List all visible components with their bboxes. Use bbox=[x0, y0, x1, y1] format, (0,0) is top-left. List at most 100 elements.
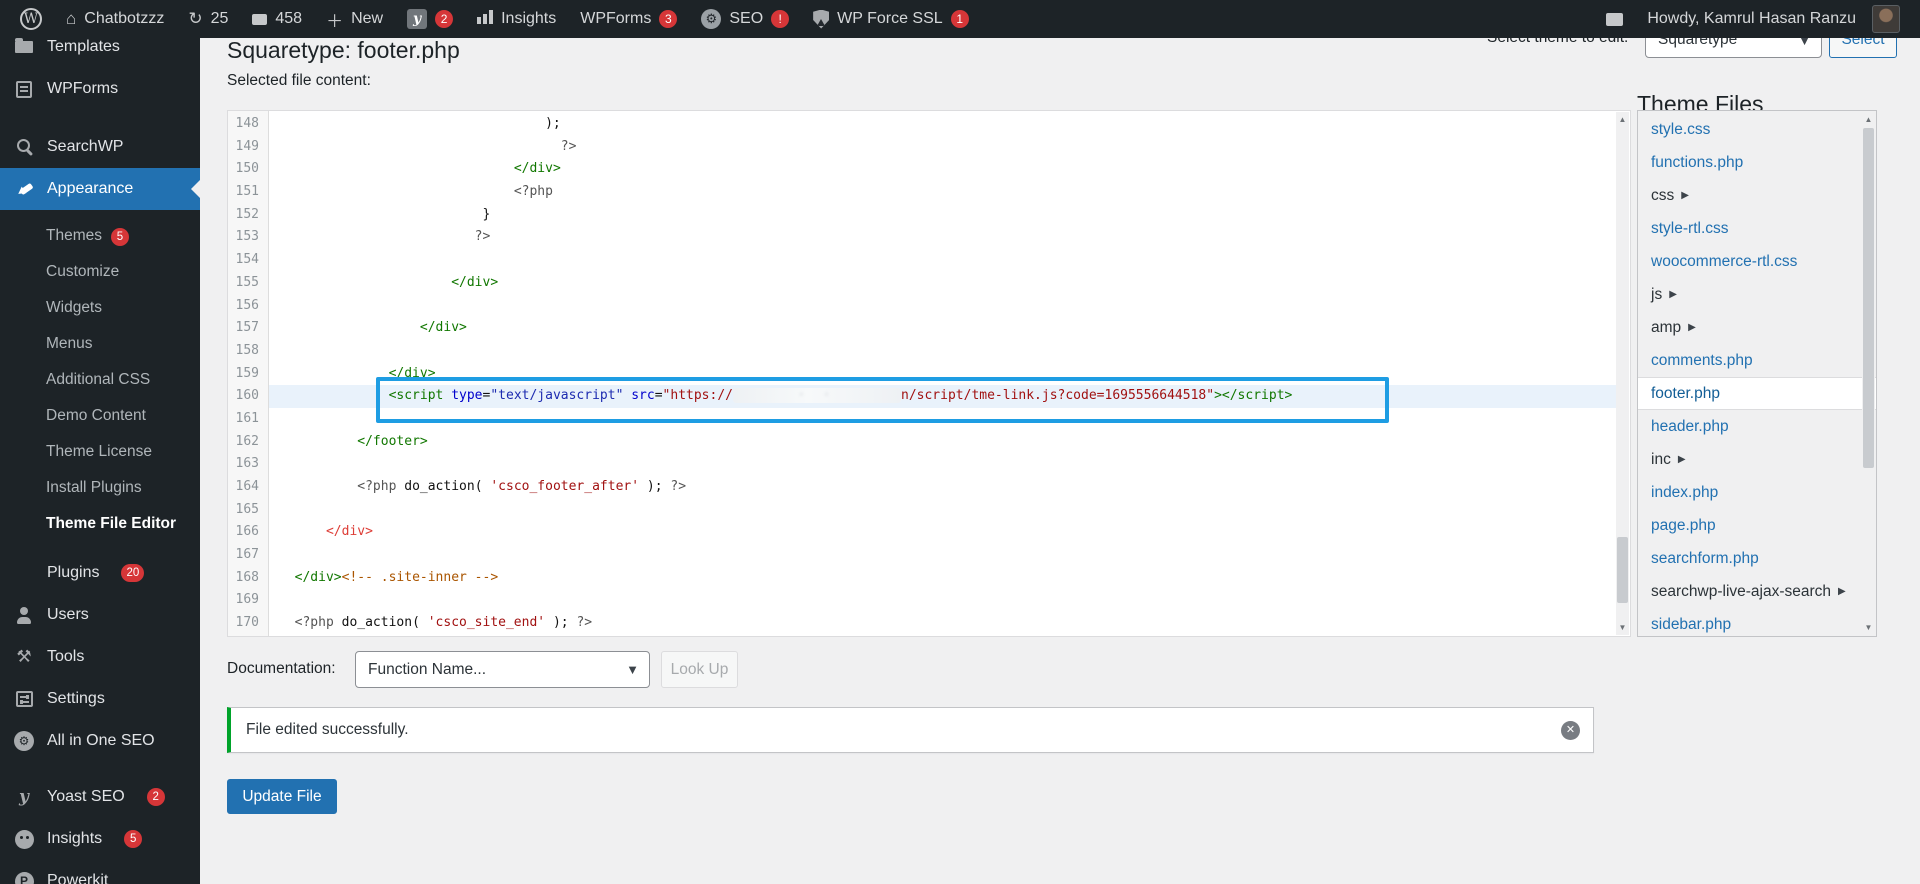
code-line-153[interactable]: ?> bbox=[269, 226, 1616, 249]
theme-file-header-php[interactable]: header.php bbox=[1638, 410, 1862, 443]
yoast-menu[interactable]: y 2 bbox=[395, 0, 465, 38]
theme-file-footer-php[interactable]: footer.php bbox=[1638, 377, 1876, 410]
updates-menu[interactable]: ↻ 25 bbox=[176, 0, 240, 38]
code-line-163[interactable] bbox=[269, 453, 1616, 476]
wpforms-menu[interactable]: WPForms 3 bbox=[568, 0, 689, 38]
code-line-162[interactable]: </footer> bbox=[269, 431, 1616, 454]
sidebar-subitem-theme-license[interactable]: Theme License bbox=[0, 434, 200, 470]
sidebar-item-searchwp[interactable]: SearchWP bbox=[0, 126, 200, 168]
comments-menu[interactable]: 458 bbox=[240, 0, 314, 38]
my-account-menu[interactable]: Howdy, Kamrul Hasan Ranzu bbox=[1635, 0, 1912, 38]
code-line-154[interactable] bbox=[269, 249, 1616, 272]
theme-files-scrollbar[interactable]: ▲ ▼ bbox=[1862, 112, 1875, 635]
code-line-168[interactable]: </div><!-- .site-inner --> bbox=[269, 567, 1616, 590]
theme-file-searchform-php[interactable]: searchform.php bbox=[1638, 542, 1862, 575]
sidebar-subitem-themes[interactable]: Themes5 bbox=[0, 218, 200, 254]
sidebar-subitem-demo-content[interactable]: Demo Content bbox=[0, 398, 200, 434]
sidebar-item-all-in-one-seo[interactable]: ⚙All in One SEO bbox=[0, 720, 200, 762]
theme-file-index-php[interactable]: index.php bbox=[1638, 476, 1862, 509]
new-content-menu[interactable]: ＋ New bbox=[314, 0, 395, 38]
scroll-down-arrow-icon[interactable]: ▼ bbox=[1616, 620, 1629, 635]
insights-menu[interactable]: Insights bbox=[465, 0, 568, 38]
wp-logo-menu[interactable]: W bbox=[8, 0, 54, 38]
code-line-148[interactable]: ); bbox=[269, 113, 1616, 136]
editor-scrollbar[interactable]: ▲ ▼ bbox=[1616, 112, 1629, 635]
site-name-menu[interactable]: ⌂ Chatbotzzz bbox=[54, 0, 176, 38]
code-line-167[interactable] bbox=[269, 544, 1616, 567]
sidebar-item-powerkit[interactable]: PPowerkit bbox=[0, 860, 200, 884]
sidebar-subitem-install-plugins[interactable]: Install Plugins bbox=[0, 470, 200, 506]
yoast-badge: 2 bbox=[435, 10, 453, 28]
theme-file-style-rtl-css[interactable]: style-rtl.css bbox=[1638, 212, 1862, 245]
seo-badge: ! bbox=[771, 10, 789, 28]
folder-expand-arrow-icon: ▶ bbox=[1678, 454, 1686, 465]
scroll-up-arrow-icon[interactable]: ▲ bbox=[1862, 112, 1875, 127]
sidebar-item-label: Users bbox=[47, 606, 89, 624]
code-line-152[interactable]: } bbox=[269, 204, 1616, 227]
theme-file-sidebar-php[interactable]: sidebar.php bbox=[1638, 608, 1862, 637]
sidebar-subitem-theme-file-editor[interactable]: Theme File Editor bbox=[0, 506, 200, 542]
sidebar-item-yoast-seo[interactable]: yYoast SEO2 bbox=[0, 776, 200, 818]
sidebar-item-insights[interactable]: Insights5 bbox=[0, 818, 200, 860]
theme-file-searchwp-live-ajax-search[interactable]: searchwp-live-ajax-search▶ bbox=[1638, 575, 1862, 608]
code-line-149[interactable]: ?> bbox=[269, 136, 1616, 159]
sidebar-subitem-additional-css[interactable]: Additional CSS bbox=[0, 362, 200, 398]
sidebar-item-wpforms[interactable]: WPForms bbox=[0, 68, 200, 110]
sidebar-item-plugins[interactable]: Plugins20 bbox=[0, 552, 200, 594]
code-line-161[interactable] bbox=[269, 408, 1616, 431]
theme-file-js[interactable]: js▶ bbox=[1638, 278, 1862, 311]
theme-file-style-css[interactable]: style.css bbox=[1638, 113, 1862, 146]
theme-file-comments-php[interactable]: comments.php bbox=[1638, 344, 1862, 377]
code-line-157[interactable]: </div> bbox=[269, 317, 1616, 340]
sidebar-item-appearance[interactable]: Appearance bbox=[0, 168, 200, 210]
theme-file-name: searchform.php bbox=[1651, 550, 1759, 568]
code-line-155[interactable]: </div> bbox=[269, 272, 1616, 295]
code-line-159[interactable]: </div> bbox=[269, 363, 1616, 386]
theme-files-scrollbar-thumb[interactable] bbox=[1863, 128, 1874, 468]
theme-file-css[interactable]: css▶ bbox=[1638, 179, 1862, 212]
lookup-button[interactable]: Look Up bbox=[661, 651, 738, 688]
scroll-up-arrow-icon[interactable]: ▲ bbox=[1616, 112, 1629, 127]
tools-icon: ⚒ bbox=[14, 647, 34, 667]
seo-menu[interactable]: ⚙ SEO ! bbox=[689, 0, 801, 38]
code-editor[interactable]: 1481491501511521531541551561571581591601… bbox=[227, 110, 1631, 637]
sidebar-subitem-widgets[interactable]: Widgets bbox=[0, 290, 200, 326]
theme-file-page-php[interactable]: page.php bbox=[1638, 509, 1862, 542]
code-line-169[interactable] bbox=[269, 589, 1616, 612]
sidebar-item-users[interactable]: Users bbox=[0, 594, 200, 636]
code-line-151[interactable]: <?php bbox=[269, 181, 1616, 204]
dismiss-notice-icon[interactable]: ✕ bbox=[1561, 721, 1580, 740]
code-line-156[interactable] bbox=[269, 295, 1616, 318]
theme-files-list: style.cssfunctions.phpcss▶style-rtl.cssw… bbox=[1638, 113, 1862, 637]
sidebar-item-settings[interactable]: Settings bbox=[0, 678, 200, 720]
theme-file-name: footer.php bbox=[1651, 385, 1720, 403]
theme-file-inc[interactable]: inc▶ bbox=[1638, 443, 1862, 476]
line-number: 167 bbox=[228, 544, 268, 567]
sidebar-item-label: Powerkit bbox=[47, 872, 108, 884]
sidebar-subitem-customize[interactable]: Customize bbox=[0, 254, 200, 290]
theme-file-woocommerce-rtl-css[interactable]: woocommerce-rtl.css bbox=[1638, 245, 1862, 278]
code-line-166[interactable]: </div> bbox=[269, 521, 1616, 544]
code-line-158[interactable] bbox=[269, 340, 1616, 363]
code-line-160[interactable]: <script type="text/javascript" src="http… bbox=[269, 385, 1616, 408]
force-ssl-menu[interactable]: WP Force SSL 1 bbox=[801, 0, 981, 38]
code-line-170[interactable]: <?php do_action( 'csco_site_end' ); ?> bbox=[269, 612, 1616, 635]
chat-menu[interactable] bbox=[1594, 0, 1635, 38]
documentation-dropdown[interactable]: Function Name... ▼ bbox=[355, 651, 650, 688]
submenu-item-label: Widgets bbox=[46, 299, 102, 316]
scroll-down-arrow-icon[interactable]: ▼ bbox=[1862, 620, 1875, 635]
sidebar-item-tools[interactable]: ⚒Tools bbox=[0, 636, 200, 678]
sidebar-item-label: WPForms bbox=[47, 80, 118, 98]
update-file-button[interactable]: Update File bbox=[227, 779, 337, 814]
success-notice: File edited successfully. ✕ bbox=[227, 707, 1594, 753]
code-line-165[interactable] bbox=[269, 499, 1616, 522]
theme-file-functions-php[interactable]: functions.php bbox=[1638, 146, 1862, 179]
code-line-164[interactable]: <?php do_action( 'csco_footer_after' ); … bbox=[269, 476, 1616, 499]
code-content[interactable]: ); ?> </div> <?php } ?> </div> bbox=[269, 113, 1616, 635]
yoast-icon: y bbox=[14, 787, 34, 807]
line-number: 160 bbox=[228, 385, 268, 408]
code-line-150[interactable]: </div> bbox=[269, 158, 1616, 181]
editor-scrollbar-thumb[interactable] bbox=[1617, 537, 1628, 603]
theme-file-amp[interactable]: amp▶ bbox=[1638, 311, 1862, 344]
sidebar-subitem-menus[interactable]: Menus bbox=[0, 326, 200, 362]
